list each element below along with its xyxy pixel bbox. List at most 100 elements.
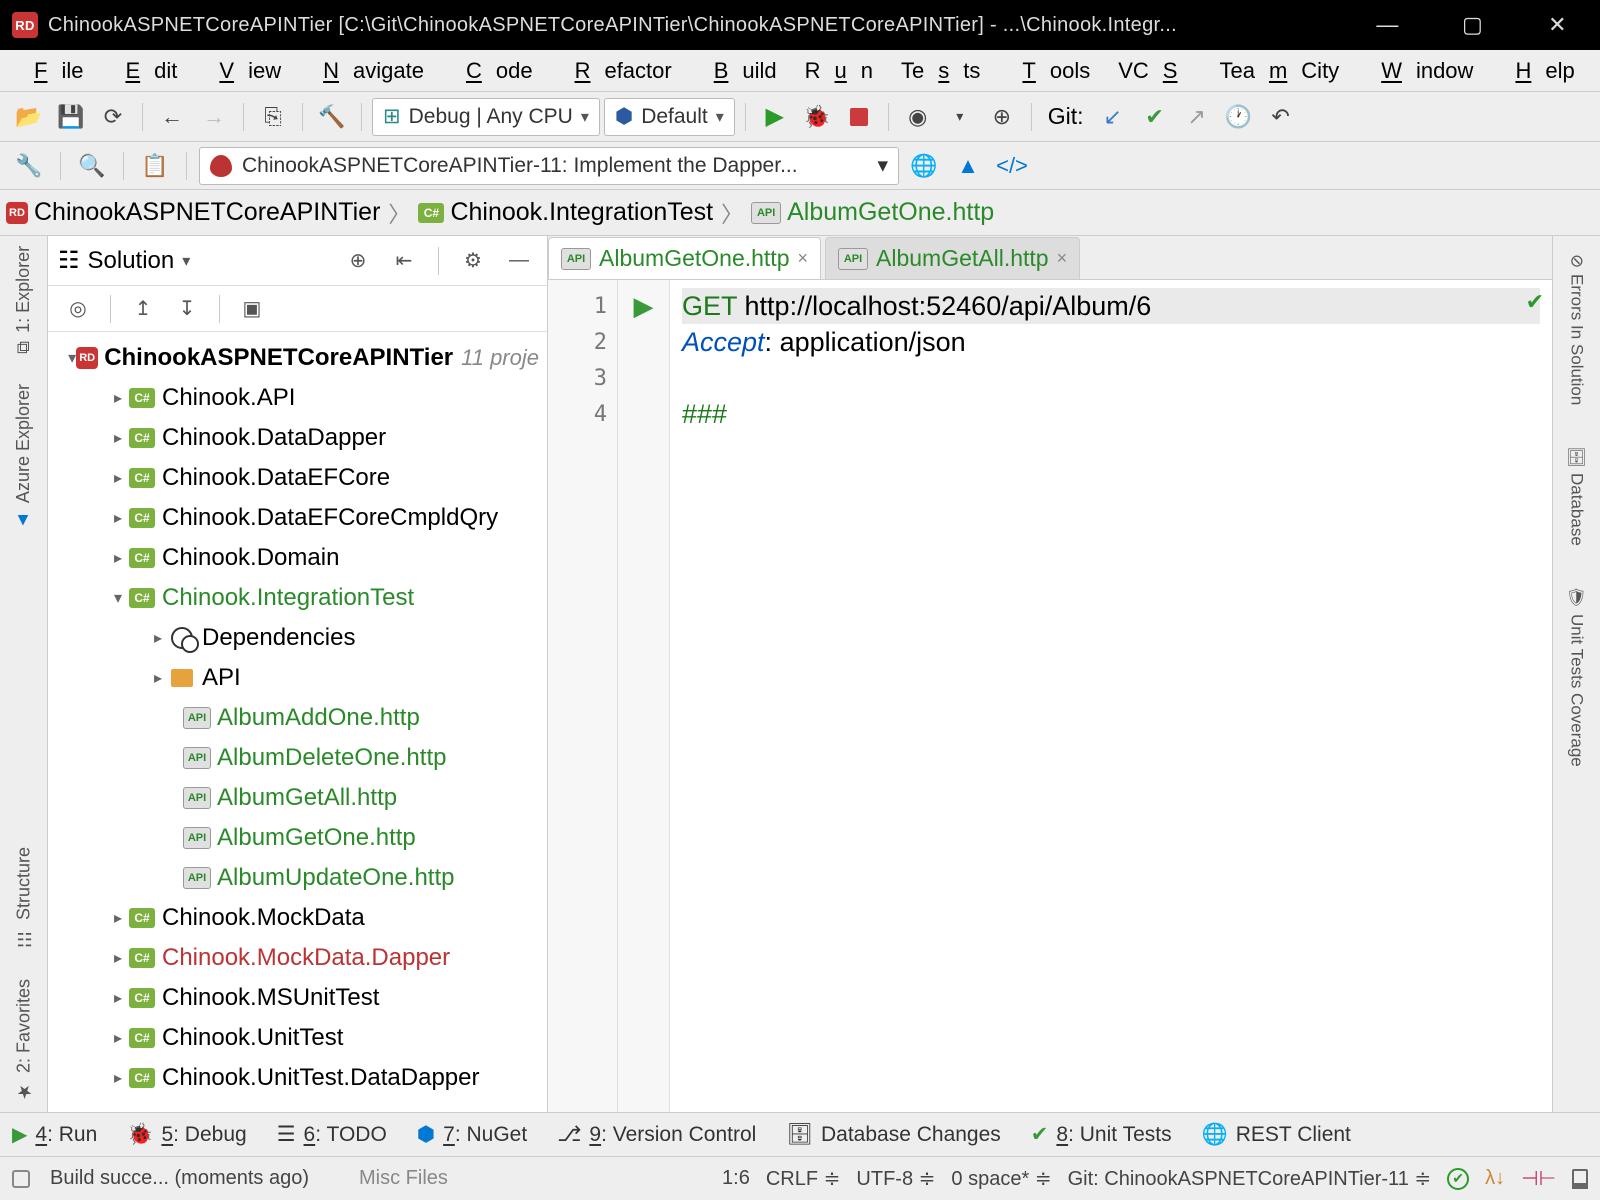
tree-item[interactable]: ▸C#Chinook.MockData (48, 898, 547, 938)
menu-vcs[interactable]: VCS (1104, 58, 1205, 84)
git-history-icon[interactable]: 🕐 (1220, 98, 1258, 136)
maximize-button[interactable]: ▢ (1430, 0, 1515, 50)
status-indent[interactable]: 0 space* ≑ (951, 1166, 1051, 1191)
build-icon[interactable]: 🔨 (313, 98, 351, 136)
azure-icon[interactable]: ▲ (949, 147, 987, 185)
tree-file[interactable]: APIAlbumGetAll.http (48, 778, 547, 818)
menu-code[interactable]: Code (438, 58, 547, 84)
tree-file[interactable]: APIAlbumUpdateOne.http (48, 858, 547, 898)
tab-other[interactable]: API AlbumGetAll.http × (825, 237, 1080, 279)
tool-run[interactable]: ▶4: Run (12, 1122, 97, 1147)
tree-item[interactable]: ▸C#Chinook.UnitTest.DataDapper (48, 1058, 547, 1098)
status-encoding[interactable]: UTF-8 ≑ (856, 1166, 935, 1191)
show-all-icon[interactable]: ▣ (234, 291, 270, 327)
tree-file[interactable]: APIAlbumAddOne.http (48, 698, 547, 738)
tree-file[interactable]: APIAlbumDeleteOne.http (48, 738, 547, 778)
status-position[interactable]: 1:6 (722, 1167, 750, 1190)
search-icon[interactable]: 🔍 (73, 147, 111, 185)
status-line-ending[interactable]: CRLF ≑ (766, 1166, 841, 1191)
menu-window[interactable]: Window (1353, 58, 1487, 84)
tool-database[interactable]: 🗄Database (1567, 438, 1587, 554)
close-tab-icon[interactable]: × (1057, 248, 1068, 269)
close-button[interactable]: ✕ (1515, 0, 1600, 50)
menu-help[interactable]: Help (1487, 58, 1588, 84)
git-commit-icon[interactable]: ✔ (1136, 98, 1174, 136)
stop-icon[interactable] (840, 98, 878, 136)
lock-icon[interactable] (1572, 1169, 1588, 1189)
back-icon[interactable]: ← (153, 98, 191, 136)
tool-favorites[interactable]: ★2: Favorites (13, 979, 35, 1102)
menu-navigate[interactable]: Navigate (295, 58, 438, 84)
tool-structure[interactable]: ☷Structure (13, 847, 35, 949)
hide-icon[interactable]: — (501, 243, 537, 279)
explorer-title[interactable]: ☷ Solution ▾ (58, 246, 330, 275)
locate-icon[interactable]: ◎ (60, 291, 96, 327)
tree-item[interactable]: ▸C#Chinook.MockData.Dapper (48, 938, 547, 978)
save-icon[interactable]: 💾 (52, 98, 90, 136)
menu-refactor[interactable]: Refactor (547, 58, 686, 84)
breadcrumb-mid[interactable]: C# Chinook.IntegrationTest (418, 198, 713, 227)
tool-todo[interactable]: ☰6: TODO (277, 1122, 387, 1147)
tree-item[interactable]: ▸C#Chinook.DataDapper (48, 418, 547, 458)
close-tab-icon[interactable]: × (798, 248, 809, 269)
tool-db-changes[interactable]: 🗄Database Changes (786, 1123, 1000, 1147)
tool-unit-tests[interactable]: ✔8: Unit Tests (1031, 1122, 1172, 1147)
run-icon[interactable]: ▶ (756, 98, 794, 136)
status-bar-icon[interactable]: ⊣⊢ (1521, 1166, 1556, 1191)
forward-icon[interactable]: → (195, 98, 233, 136)
collapse-icon[interactable]: ⇤ (386, 243, 422, 279)
tree-item-api-folder[interactable]: ▸API (48, 658, 547, 698)
breakpoint-icon[interactable]: ◉ (899, 98, 937, 136)
build-config-dropdown[interactable]: ⊞ Debug | Any CPU ▾ (372, 98, 600, 136)
tree-item-integration[interactable]: ▾C#Chinook.IntegrationTest (48, 578, 547, 618)
debug-icon[interactable]: 🐞 (798, 98, 836, 136)
tree-item[interactable]: ▸C#Chinook.MSUnitTest (48, 978, 547, 1018)
wrench-icon[interactable]: 🔧 (10, 147, 48, 185)
tree-item[interactable]: ▸C#Chinook.DataEFCoreCmpldQry (48, 498, 547, 538)
git-push-icon[interactable]: ↗ (1178, 98, 1216, 136)
tree-item[interactable]: ▸C#Chinook.UnitTest (48, 1018, 547, 1058)
breadcrumb-root[interactable]: RD ChinookASPNETCoreAPINTier (6, 198, 380, 227)
globe-icon[interactable]: 🌐 (905, 147, 943, 185)
tree-root[interactable]: ▾RD ChinookASPNETCoreAPINTier 11 proje (48, 338, 547, 378)
collapse-all-icon[interactable]: ↧ (169, 291, 205, 327)
expand-all-icon[interactable]: ↥ (125, 291, 161, 327)
menu-file[interactable]: File (6, 58, 97, 84)
status-git-branch[interactable]: Git: ChinookASPNETCoreAPINTier-11 ≑ (1068, 1166, 1432, 1191)
tool-explorer[interactable]: ⧉1: Explorer (13, 246, 34, 354)
run-line-icon[interactable]: ▶ (618, 288, 669, 324)
tree-item[interactable]: ▸C#Chinook.API (48, 378, 547, 418)
tree-item-deps[interactable]: ▸Dependencies (48, 618, 547, 658)
menu-tools[interactable]: Tools (994, 58, 1104, 84)
tool-vcs[interactable]: ⎇9: Version Control (557, 1122, 756, 1147)
git-revert-icon[interactable]: ↶ (1262, 98, 1300, 136)
tree-item[interactable]: ▸C#Chinook.Domain (48, 538, 547, 578)
copy-icon[interactable]: 📋 (136, 147, 174, 185)
menu-teamcity[interactable]: TeamCity (1205, 58, 1353, 84)
target-dropdown[interactable]: ⬢ Default ▾ (604, 98, 735, 136)
menu-build[interactable]: Build (686, 58, 791, 84)
tree-file[interactable]: APIAlbumGetOne.http (48, 818, 547, 858)
tool-azure[interactable]: ▲Azure Explorer (13, 384, 34, 531)
attach-icon[interactable]: ⊕ (983, 98, 1021, 136)
menu-edit[interactable]: Edit (97, 58, 191, 84)
menu-view[interactable]: View (191, 58, 295, 84)
tree-item[interactable]: ▸C#Chinook.DataEFCore (48, 458, 547, 498)
menu-run[interactable]: Run (791, 58, 887, 84)
tool-debug[interactable]: 🐞5: Debug (127, 1123, 246, 1147)
navigate-to-icon[interactable]: ⎘ (254, 98, 292, 136)
breadcrumb-leaf[interactable]: API AlbumGetOne.http (751, 198, 994, 227)
solution-tree[interactable]: ▾RD ChinookASPNETCoreAPINTier 11 proje ▸… (48, 332, 547, 1112)
open-icon[interactable]: 📂 (10, 98, 48, 136)
add-icon[interactable]: ⊕ (340, 243, 376, 279)
code-icon[interactable]: </> (993, 147, 1031, 185)
gear-icon[interactable]: ⚙ (455, 243, 491, 279)
tool-errors[interactable]: ⊘Errors In Solution (1567, 246, 1587, 414)
tool-unit-coverage[interactable]: 🛡Unit Tests Coverage (1567, 578, 1587, 774)
code-editor[interactable]: ✔ GET http://localhost:52460/api/Album/6… (670, 280, 1552, 1112)
tab-active[interactable]: API AlbumGetOne.http × (548, 237, 821, 279)
menu-tests[interactable]: Tests (887, 58, 994, 84)
tool-nuget[interactable]: ⬢7: NuGet (417, 1122, 527, 1147)
tool-rest[interactable]: 🌐REST Client (1202, 1123, 1351, 1147)
status-inspect-icon[interactable]: λ↓ (1485, 1167, 1505, 1190)
